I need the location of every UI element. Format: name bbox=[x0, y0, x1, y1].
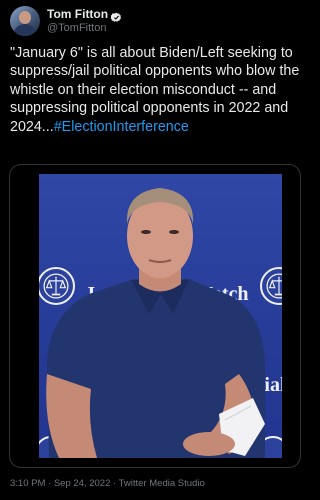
verified-badge-icon bbox=[110, 9, 122, 22]
speaker-figure bbox=[46, 188, 265, 458]
name-row: Tom Fitton bbox=[47, 7, 122, 22]
tweet-time[interactable]: 3:10 PM bbox=[10, 478, 45, 489]
display-name[interactable]: Tom Fitton bbox=[47, 7, 108, 21]
avatar-head bbox=[19, 11, 31, 24]
avatar-shoulders bbox=[13, 24, 37, 36]
hashtag-link[interactable]: #ElectionInterference bbox=[54, 119, 189, 135]
meta-separator: · bbox=[48, 478, 52, 489]
avatar[interactable] bbox=[10, 6, 40, 36]
media-card[interactable]: J Watch icial bbox=[9, 164, 301, 468]
video-player[interactable]: J Watch icial bbox=[39, 174, 282, 458]
tweet-header: Tom Fitton @TomFitton bbox=[10, 6, 122, 36]
author-names: Tom Fitton @TomFitton bbox=[47, 7, 122, 35]
meta-separator: · bbox=[113, 478, 117, 489]
tweet-source: Twitter Media Studio bbox=[118, 478, 205, 489]
tweet-date[interactable]: Sep 24, 2022 bbox=[54, 478, 111, 489]
author-handle[interactable]: @TomFitton bbox=[47, 22, 122, 35]
tweet-meta: 3:10 PM · Sep 24, 2022 · Twitter Media S… bbox=[10, 478, 205, 489]
tweet-text: "January 6" is all about Biden/Left seek… bbox=[10, 44, 300, 136]
